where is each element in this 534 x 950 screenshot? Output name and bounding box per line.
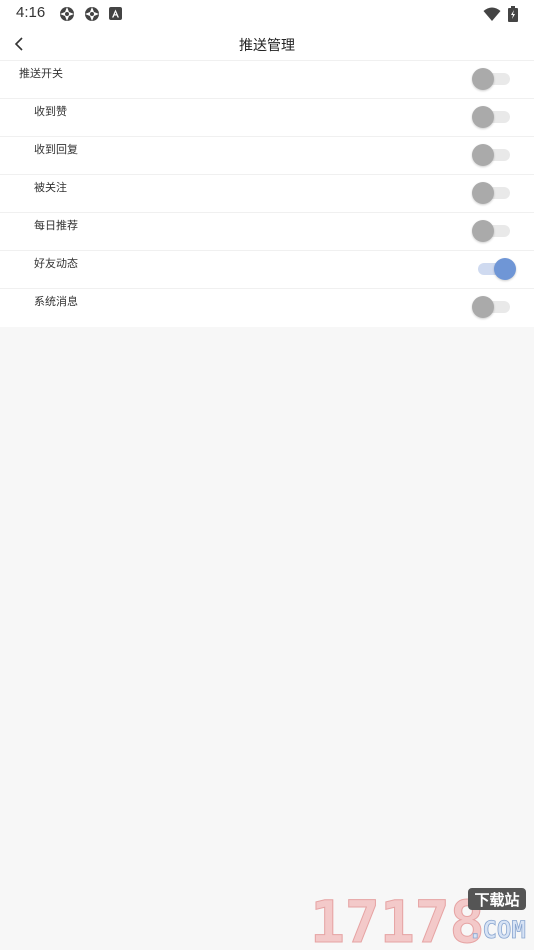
status-time: 4:16	[16, 4, 46, 21]
wifi-icon	[483, 7, 501, 21]
page-title: 推送管理	[239, 38, 295, 54]
aperture-icon	[85, 7, 99, 21]
setting-label: 推送开关	[19, 67, 63, 80]
toggle-push[interactable]	[472, 67, 514, 91]
setting-label: 收到回复	[34, 143, 78, 156]
toggle-system[interactable]	[472, 295, 514, 319]
setting-label: 系统消息	[34, 295, 78, 308]
a-badge-icon	[109, 7, 122, 20]
toggle-replies[interactable]	[472, 143, 514, 167]
setting-row-replies: 收到回复	[0, 137, 534, 175]
aperture-icon	[60, 7, 74, 21]
toggle-follows[interactable]	[472, 181, 514, 205]
watermark-number: 17178	[310, 888, 485, 946]
toggle-friends[interactable]	[472, 257, 516, 281]
setting-label: 每日推荐	[34, 219, 78, 232]
setting-row-likes: 收到赞	[0, 99, 534, 137]
toggle-daily[interactable]	[472, 219, 514, 243]
setting-label: 被关注	[34, 181, 67, 194]
status-bar: 4:16	[0, 0, 534, 28]
battery-charging-icon	[508, 6, 518, 22]
watermark-domain: .COM	[468, 916, 526, 944]
setting-row-daily: 每日推荐	[0, 213, 534, 251]
watermark-logo: 17178 下载站 .COM	[310, 888, 527, 947]
setting-row-push: 推送开关	[0, 61, 534, 99]
setting-label: 收到赞	[34, 105, 67, 118]
watermark-badge: 下载站	[474, 891, 519, 909]
app-header: 推送管理	[0, 28, 534, 61]
settings-list: 推送开关 收到赞 收到回复 被关注 每日推荐 好友动态 系统消息	[0, 61, 534, 327]
setting-row-follows: 被关注	[0, 175, 534, 213]
setting-label: 好友动态	[34, 257, 78, 270]
toggle-likes[interactable]	[472, 105, 514, 129]
setting-row-friends: 好友动态	[0, 251, 534, 289]
setting-row-system: 系统消息	[0, 289, 534, 327]
